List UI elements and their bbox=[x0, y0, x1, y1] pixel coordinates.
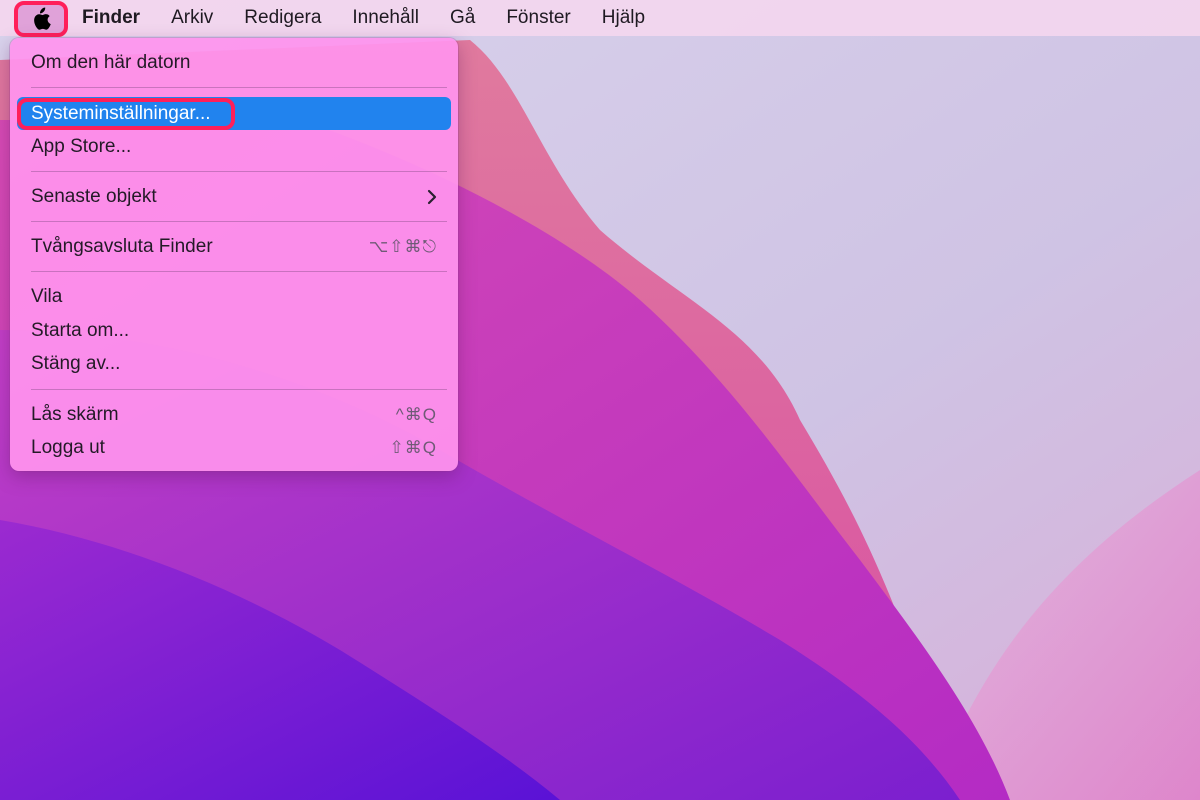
menu-item-label: App Store... bbox=[31, 135, 132, 157]
menu-item-force-quit[interactable]: Tvångsavsluta Finder ⌥⇧⌘⎋ bbox=[17, 230, 451, 263]
menubar-item-fonster[interactable]: Fönster bbox=[506, 0, 570, 36]
menubar-item-innehall[interactable]: Innehåll bbox=[352, 0, 419, 36]
menubar-item-arkiv[interactable]: Arkiv bbox=[171, 0, 213, 36]
menu-separator bbox=[31, 171, 447, 172]
menu-item-label: Lås skärm bbox=[31, 403, 119, 425]
menu-item-app-store[interactable]: App Store... bbox=[17, 130, 451, 163]
shortcut-label: ⌥⇧⌘⎋ bbox=[368, 236, 437, 256]
menu-item-label: Senaste objekt bbox=[31, 185, 157, 207]
shortcut-label: ^⌘Q bbox=[395, 404, 437, 424]
menu-item-label: Logga ut bbox=[31, 436, 105, 458]
menu-item-label: Tvångsavsluta Finder bbox=[31, 235, 213, 257]
menu-item-system-settings[interactable]: Systeminställningar... bbox=[17, 97, 451, 130]
apple-menu-button[interactable] bbox=[14, 1, 68, 37]
menubar-item-hjalp[interactable]: Hjälp bbox=[602, 0, 645, 36]
menubar-item-redigera[interactable]: Redigera bbox=[244, 0, 321, 36]
menu-separator bbox=[31, 87, 447, 88]
menu-separator bbox=[31, 221, 447, 222]
menu-item-about[interactable]: Om den här datorn bbox=[17, 46, 451, 79]
menu-item-label: Stäng av... bbox=[31, 352, 121, 374]
menu-item-recent-items[interactable]: Senaste objekt bbox=[17, 180, 451, 213]
menubar-item-ga[interactable]: Gå bbox=[450, 0, 475, 36]
menu-separator bbox=[31, 271, 447, 272]
menubar-item-finder[interactable]: Finder bbox=[82, 0, 140, 36]
shortcut-label: ⇧⌘Q bbox=[389, 437, 437, 457]
menu-item-restart[interactable]: Starta om... bbox=[17, 314, 451, 347]
chevron-right-icon bbox=[427, 189, 437, 204]
menu-bar: Finder Arkiv Redigera Innehåll Gå Fönste… bbox=[0, 0, 1200, 37]
menu-item-sleep[interactable]: Vila bbox=[17, 280, 451, 313]
menu-item-lock-screen[interactable]: Lås skärm ^⌘Q bbox=[17, 398, 451, 431]
menu-separator bbox=[31, 389, 447, 390]
menu-item-label: Systeminställningar... bbox=[31, 102, 211, 124]
menu-item-label: Starta om... bbox=[31, 319, 130, 341]
apple-logo-icon bbox=[34, 7, 51, 30]
menu-item-shut-down[interactable]: Stäng av... bbox=[17, 347, 451, 380]
menu-item-label: Vila bbox=[31, 285, 63, 307]
menu-item-log-out[interactable]: Logga ut ⇧⌘Q bbox=[17, 431, 451, 464]
apple-menu-dropdown: Om den här datorn Systeminställningar...… bbox=[10, 38, 458, 471]
menu-item-label: Om den här datorn bbox=[31, 51, 191, 73]
